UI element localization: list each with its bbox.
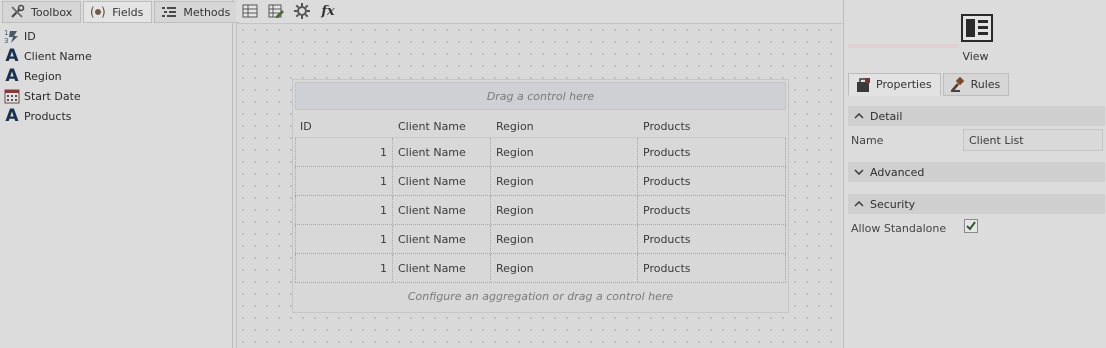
- grid-header: ID Client Name Region Products: [295, 115, 786, 138]
- tab-rules-label: Rules: [970, 78, 1001, 91]
- cell-products[interactable]: Products: [638, 196, 786, 224]
- tab-rules[interactable]: Rules: [942, 73, 1010, 96]
- table-row: 1 Client Name Region Products: [295, 225, 786, 254]
- cell-id[interactable]: 1: [295, 196, 393, 224]
- edit-table-icon[interactable]: [266, 1, 286, 21]
- column-header-products[interactable]: Products: [638, 115, 786, 137]
- tab-fields[interactable]: () Fields: [83, 1, 153, 23]
- design-canvas[interactable]: Drag a control here ID Client Name Regio…: [236, 23, 842, 348]
- cell-id[interactable]: 1: [295, 167, 393, 195]
- table-row: 1 Client Name Region Products: [295, 254, 786, 283]
- column-header-id[interactable]: ID: [295, 115, 393, 137]
- cell-products[interactable]: Products: [638, 254, 786, 282]
- field-item-region[interactable]: A Region: [4, 66, 92, 86]
- view-icon: [961, 14, 993, 42]
- settings-icon[interactable]: [292, 1, 312, 21]
- field-label: Region: [24, 69, 62, 83]
- field-item-products[interactable]: A Products: [4, 106, 92, 126]
- section-detail-label: Detail: [870, 109, 903, 123]
- cell-id[interactable]: 1: [295, 138, 393, 166]
- svg-text:(: (: [90, 5, 95, 19]
- cell-region[interactable]: Region: [491, 254, 638, 282]
- column-header-region[interactable]: Region: [491, 115, 638, 137]
- cell-client-name[interactable]: Client Name: [393, 225, 491, 253]
- svg-text:1: 1: [4, 29, 8, 37]
- tab-properties[interactable]: Properties: [848, 73, 941, 96]
- cell-region[interactable]: Region: [491, 138, 638, 166]
- tab-properties-label: Properties: [876, 78, 932, 91]
- chevron-down-icon: [854, 167, 864, 177]
- fields-icon: (): [90, 4, 106, 20]
- list-view-control[interactable]: Drag a control here ID Client Name Regio…: [292, 79, 789, 313]
- cell-region[interactable]: Region: [491, 196, 638, 224]
- table-row: 1 Client Name Region Products: [295, 138, 786, 167]
- name-field[interactable]: Client List: [963, 129, 1103, 151]
- designer-toolbar: fx: [236, 0, 842, 22]
- section-security[interactable]: Security: [848, 194, 1105, 214]
- table-row: 1 Client Name Region Products: [295, 167, 786, 196]
- expression-icon[interactable]: fx: [318, 1, 338, 21]
- field-list: 13 ID A Client Name A Region Start Date …: [4, 26, 92, 126]
- cell-client-name[interactable]: Client Name: [393, 167, 491, 195]
- field-label: ID: [24, 29, 36, 43]
- field-item-client-name[interactable]: A Client Name: [4, 46, 92, 66]
- selection-indicator: [848, 44, 958, 48]
- cell-region[interactable]: Region: [491, 225, 638, 253]
- allow-standalone-checkbox[interactable]: [964, 219, 978, 233]
- cell-products[interactable]: Products: [638, 225, 786, 253]
- cell-id[interactable]: 1: [295, 254, 393, 282]
- table-row: 1 Client Name Region Products: [295, 196, 786, 225]
- text-field-icon: A: [5, 46, 19, 66]
- cell-products[interactable]: Products: [638, 167, 786, 195]
- left-tabs: Toolbox () Fields Methods: [2, 1, 240, 25]
- field-label: Start Date: [24, 89, 81, 103]
- text-field-icon: A: [5, 106, 19, 126]
- drop-zone-top[interactable]: Drag a control here: [295, 82, 786, 110]
- svg-text:3: 3: [4, 37, 8, 44]
- section-security-label: Security: [870, 197, 916, 211]
- cell-client-name[interactable]: Client Name: [393, 138, 491, 166]
- field-item-start-date[interactable]: Start Date: [4, 86, 92, 106]
- tab-toolbox[interactable]: Toolbox: [2, 1, 82, 23]
- checkmark-icon: [966, 221, 976, 231]
- field-label: Client Name: [24, 49, 92, 63]
- tab-methods-label: Methods: [183, 5, 231, 19]
- autonumber-icon: 13: [4, 28, 20, 44]
- field-label: Products: [24, 109, 72, 123]
- text-field-icon: A: [5, 66, 19, 86]
- view-label: View: [962, 50, 989, 63]
- column-header-client-name[interactable]: Client Name: [393, 115, 491, 137]
- list-grid: ID Client Name Region Products 1 Client …: [295, 115, 786, 283]
- cell-client-name[interactable]: Client Name: [393, 254, 491, 282]
- expression-label: fx: [321, 3, 335, 19]
- rules-icon: [950, 76, 966, 93]
- drop-zone-bottom[interactable]: Configure an aggregation or drag a contr…: [295, 282, 786, 310]
- section-detail[interactable]: Detail: [848, 106, 1105, 126]
- properties-tabs: Properties Rules: [848, 73, 1010, 97]
- svg-text:): ): [101, 5, 106, 19]
- section-advanced-label: Advanced: [870, 165, 925, 179]
- tab-toolbox-label: Toolbox: [31, 5, 73, 19]
- name-label: Name: [851, 134, 884, 147]
- properties-panel: View Properties Rules Detail Name Client…: [843, 0, 1106, 348]
- cell-products[interactable]: Products: [638, 138, 786, 166]
- toolbox-icon: [9, 4, 25, 20]
- cell-region[interactable]: Region: [491, 167, 638, 195]
- tab-methods[interactable]: Methods: [154, 1, 240, 23]
- date-field-icon: [4, 88, 20, 104]
- tab-fields-label: Fields: [112, 5, 144, 19]
- table-icon[interactable]: [240, 1, 260, 21]
- chevron-up-icon: [854, 111, 864, 121]
- left-panel: Toolbox () Fields Methods 13 ID A Client…: [0, 0, 240, 348]
- section-advanced[interactable]: Advanced: [848, 162, 1105, 182]
- cell-id[interactable]: 1: [295, 225, 393, 253]
- allow-standalone-label: Allow Standalone: [851, 222, 947, 235]
- field-item-id[interactable]: 13 ID: [4, 26, 92, 46]
- cell-client-name[interactable]: Client Name: [393, 196, 491, 224]
- methods-icon: [161, 4, 177, 20]
- chevron-up-icon: [854, 199, 864, 209]
- properties-icon: [855, 77, 871, 93]
